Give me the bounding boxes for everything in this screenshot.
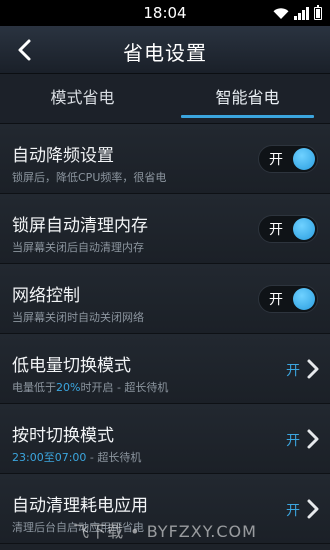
battery-icon	[314, 5, 322, 20]
setting-lockscreen-clean-memory[interactable]: 锁屏自动清理内存 当屏幕关闭后自动清理内存 开	[0, 194, 330, 264]
watermark: 飞下载 • BYFZXY.COM	[73, 522, 257, 541]
wifi-icon	[273, 8, 289, 19]
setting-state: 开	[286, 433, 300, 449]
toggle-knob	[293, 148, 315, 170]
setting-state: 开	[286, 363, 300, 379]
toggle-knob	[293, 218, 315, 240]
status-icons	[273, 5, 322, 20]
setting-description: 当屏幕关闭时自动关闭网络	[12, 311, 144, 324]
tab-selected-indicator	[181, 115, 314, 118]
chevron-right-icon	[307, 359, 319, 379]
auto-downclock-toggle[interactable]: 开	[258, 145, 318, 173]
description-prefix: 电量低于	[12, 381, 56, 394]
setting-title: 网络控制	[12, 286, 80, 306]
tab-label: 智能省电	[215, 88, 280, 107]
description-suffix: 时开启 - 超长待机	[80, 381, 169, 394]
network-control-toggle[interactable]: 开	[258, 285, 318, 313]
title-bar: 省电设置	[0, 26, 330, 74]
lockscreen-clean-toggle[interactable]: 开	[258, 215, 318, 243]
settings-list: 自动降频设置 锁屏后，降低CPU频率，很省电 开 锁屏自动清理内存 当屏幕关闭后…	[0, 124, 330, 550]
toggle-state-label: 开	[269, 222, 283, 238]
tab-smart-saving[interactable]: 智能省电	[165, 74, 330, 124]
description-suffix: - 超长待机	[86, 451, 142, 464]
toggle-knob	[293, 288, 315, 310]
toggle-state-label: 开	[269, 292, 283, 308]
tab-label: 模式省电	[50, 88, 115, 107]
setting-network-control[interactable]: 网络控制 当屏幕关闭时自动关闭网络 开	[0, 264, 330, 334]
schedule-time-range: 23:00至07:00	[12, 451, 87, 464]
setting-title: 锁屏自动清理内存	[12, 216, 148, 236]
setting-title: 低电量切换模式	[12, 356, 131, 376]
setting-title: 自动清理耗电应用	[12, 496, 148, 516]
setting-scheduled-mode[interactable]: 按时切换模式 23:00至07:00 - 超长待机 开	[0, 404, 330, 474]
status-bar: 18:04	[0, 0, 330, 26]
setting-title: 自动降频设置	[12, 146, 114, 166]
chevron-right-icon	[307, 429, 319, 449]
chevron-right-icon	[307, 499, 319, 519]
signal-icon	[294, 7, 309, 20]
tab-bar: 模式省电 智能省电	[0, 74, 330, 124]
setting-description: 电量低于20%时开启 - 超长待机	[12, 379, 168, 395]
setting-auto-downclock[interactable]: 自动降频设置 锁屏后，降低CPU频率，很省电 开	[0, 124, 330, 194]
page-title: 省电设置	[123, 41, 207, 65]
setting-description: 锁屏后，降低CPU频率，很省电	[12, 171, 167, 184]
setting-description: 23:00至07:00 - 超长待机	[12, 449, 141, 465]
setting-description: 当屏幕关闭后自动清理内存	[12, 241, 144, 254]
toggle-state-label: 开	[269, 152, 283, 168]
tab-mode-saving[interactable]: 模式省电	[0, 74, 165, 124]
setting-title: 按时切换模式	[12, 426, 114, 446]
battery-threshold: 20%	[56, 381, 81, 394]
setting-state: 开	[286, 503, 300, 519]
setting-low-battery-mode[interactable]: 低电量切换模式 电量低于20%时开启 - 超长待机 开	[0, 334, 330, 404]
